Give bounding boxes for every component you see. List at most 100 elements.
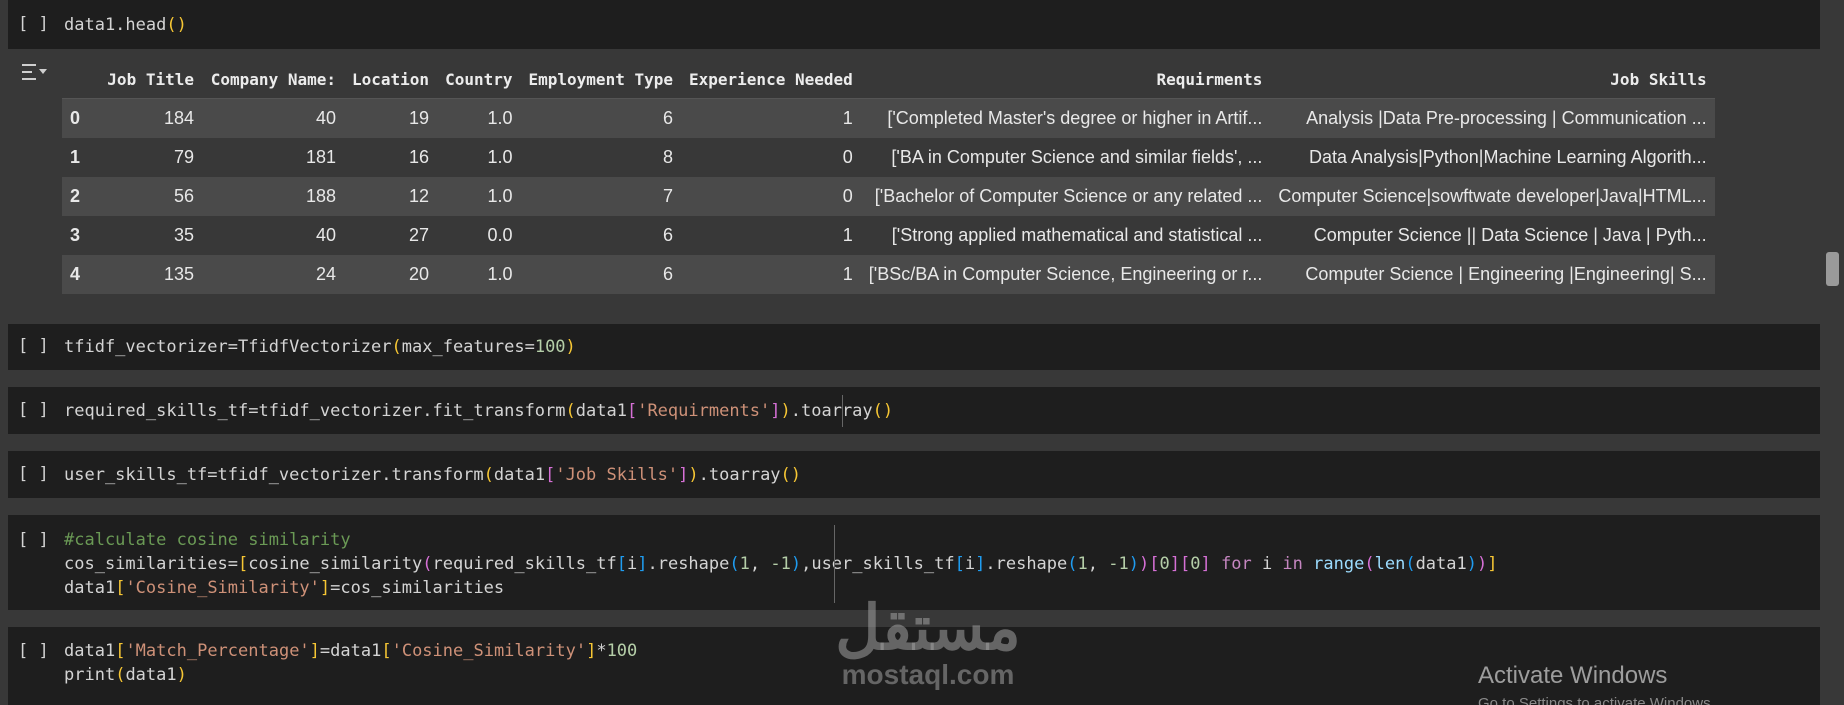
code-cell-head[interactable]: [ ] data1.head() xyxy=(8,0,1820,49)
code-token: ] xyxy=(637,554,648,574)
code-token: .reshape xyxy=(985,554,1068,574)
code-token: required_skills_tf xyxy=(432,554,617,574)
code-token: ) xyxy=(1138,554,1150,574)
code-token: [ xyxy=(238,554,249,574)
code-token: i xyxy=(1251,554,1283,574)
code-editor[interactable]: #calculate cosine similarity cos_similari… xyxy=(64,528,1498,600)
table-cell: ['BSc/BA in Computer Science, Engineerin… xyxy=(868,264,1263,284)
code-token: ) xyxy=(1466,554,1477,574)
table-cell: 6 xyxy=(662,225,673,245)
code-editor[interactable]: data1['Match_Percentage']=data1['Cosine_… xyxy=(64,639,637,687)
code-cell-tfidf[interactable]: [ ] tfidf_vectorizer=TfidfVectorizer(max… xyxy=(8,324,1820,370)
code-token: data1 xyxy=(575,401,627,421)
run-cell-button[interactable]: [ ] xyxy=(18,14,49,34)
column-header xyxy=(62,60,98,99)
table-cell: ['Strong applied mathematical and statis… xyxy=(891,225,1263,245)
code-token: i xyxy=(626,554,638,574)
code-editor[interactable]: tfidf_vectorizer=TfidfVectorizer(max_fea… xyxy=(64,335,576,359)
table-cell: 181 xyxy=(305,147,336,167)
table-cell: 7 xyxy=(662,186,673,206)
code-token: , xyxy=(749,554,771,574)
run-cell-button[interactable]: [ ] xyxy=(18,641,49,661)
scrollbar-thumb[interactable] xyxy=(1826,252,1839,286)
code-line: data1['Cosine_Similarity']=cos_similarit… xyxy=(64,576,1498,600)
output-actions-icon[interactable] xyxy=(20,60,48,86)
run-cell-button[interactable]: [ ] xyxy=(18,400,49,420)
code-token: data1 xyxy=(125,665,177,685)
table-cell: Computer Science | Engineering |Engineer… xyxy=(1305,264,1707,284)
watermark-arabic: مستقل xyxy=(835,594,1021,663)
code-token: [ xyxy=(115,578,126,598)
table-cell: 1.0 xyxy=(487,147,513,167)
table-cell: 20 xyxy=(409,264,430,284)
table-cell: Computer Science || Data Science | Java … xyxy=(1313,225,1707,245)
table-cell: 6 xyxy=(662,264,673,284)
code-token: [ xyxy=(381,641,392,661)
code-token: max_features= xyxy=(401,337,535,357)
column-header: Location xyxy=(344,60,438,99)
code-token: -1 xyxy=(770,554,791,574)
code-token: , xyxy=(1087,554,1109,574)
code-token: 'Cosine_Similarity' xyxy=(391,641,587,661)
code-token: * xyxy=(596,641,607,661)
code-token: .reshape xyxy=(647,554,730,574)
code-token: () xyxy=(780,465,802,485)
row-index: 2 xyxy=(70,186,81,206)
code-token: 100 xyxy=(606,641,638,661)
table-cell: 27 xyxy=(409,225,430,245)
code-token: ( xyxy=(565,401,576,421)
table-cell: 79 xyxy=(173,147,194,167)
column-header: Employment Type xyxy=(520,60,681,99)
activate-windows-title: Activate Windows xyxy=(1478,662,1668,689)
code-token: cosine_similarity xyxy=(248,554,423,574)
run-cell-button[interactable]: [ ] xyxy=(18,530,49,550)
row-index: 0 xyxy=(70,108,81,128)
code-token: 0 xyxy=(1159,554,1170,574)
code-token: user_skills_tf=tfidf_vectorizer.transfor… xyxy=(64,465,484,485)
code-token: 'Job Skills' xyxy=(555,465,679,485)
table-cell: 1 xyxy=(842,225,853,245)
code-token: ] xyxy=(678,465,689,485)
code-token: .toarray xyxy=(790,401,873,421)
code-editor[interactable]: data1.head() xyxy=(64,13,187,37)
code-token: ) xyxy=(565,337,576,357)
table-cell: ['Completed Master's degree or higher in… xyxy=(887,108,1263,128)
dataframe-table: Job Title Company Name: Location Country… xyxy=(62,60,1715,294)
table-cell: 56 xyxy=(173,186,194,206)
code-token: () xyxy=(166,15,187,35)
table-cell: 35 xyxy=(173,225,194,245)
code-token: cos_similarities= xyxy=(64,554,238,574)
code-token: ( xyxy=(483,465,494,485)
table-row: 1 79 181 16 1.0 8 0 ['BA in Computer Sci… xyxy=(62,138,1715,177)
table-header-row: Job Title Company Name: Location Country… xyxy=(62,60,1715,99)
code-token: ] xyxy=(586,641,597,661)
code-token: ,user_skills_tf xyxy=(801,554,955,574)
code-token: ( xyxy=(729,554,740,574)
code-cell-required-skills[interactable]: [ ] required_skills_tf=tfidf_vectorizer.… xyxy=(8,387,1820,434)
table-cell: Computer Science|sowftwate developer|Jav… xyxy=(1278,186,1707,206)
code-editor[interactable]: required_skills_tf=tfidf_vectorizer.fit_… xyxy=(64,399,893,423)
table-row: 0 184 40 19 1.0 6 1 ['Completed Master's… xyxy=(62,98,1715,138)
code-token: ) xyxy=(176,665,187,685)
column-header: Job Title xyxy=(98,60,202,99)
run-cell-button[interactable]: [ ] xyxy=(18,464,49,484)
table-cell: Data Analysis|Python|Machine Learning Al… xyxy=(1309,147,1707,167)
table-cell: 24 xyxy=(315,264,336,284)
code-token: =cos_similarities xyxy=(330,578,505,598)
text-cursor xyxy=(834,525,835,603)
code-token: ] xyxy=(1487,554,1498,574)
code-token: [ xyxy=(115,641,126,661)
code-editor[interactable]: user_skills_tf=tfidf_vectorizer.transfor… xyxy=(64,463,801,487)
code-comment: #calculate cosine similarity xyxy=(64,530,351,550)
code-token: tfidf_vectorizer=TfidfVectorizer xyxy=(64,337,392,357)
table-cell: 1.0 xyxy=(487,108,513,128)
run-cell-button[interactable]: [ ] xyxy=(18,336,49,356)
table-row: 4 135 24 20 1.0 6 1 ['BSc/BA in Computer… xyxy=(62,255,1715,294)
code-token: ] xyxy=(309,641,320,661)
code-cell-user-skills[interactable]: [ ] user_skills_tf=tfidf_vectorizer.tran… xyxy=(8,451,1820,498)
table-cell: 40 xyxy=(315,108,336,128)
code-token: 0 xyxy=(1190,554,1201,574)
code-token: -1 xyxy=(1108,554,1129,574)
